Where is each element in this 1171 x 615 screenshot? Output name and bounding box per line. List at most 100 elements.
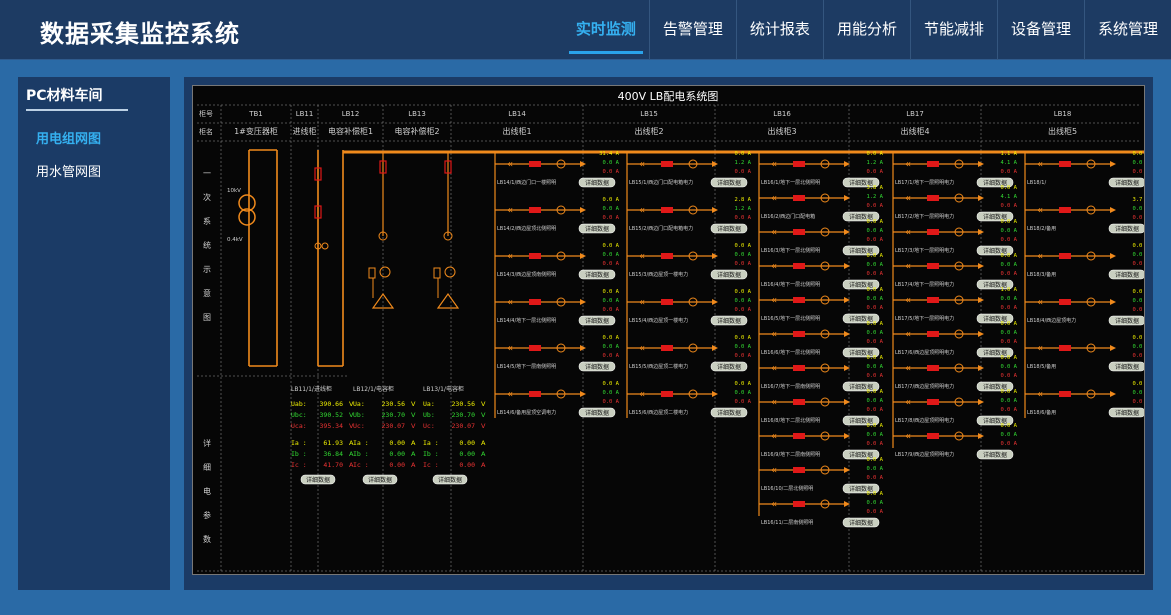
feeder-breaker-symbol: «	[771, 261, 777, 272]
tab-system-management[interactable]: 系统管理	[1083, 0, 1171, 60]
feeder-name: LB16/11/二层南侧照明	[761, 519, 813, 526]
feeder-current: 0.0 A	[1000, 423, 1017, 429]
feeder-breaker-symbol: «	[507, 297, 513, 308]
feeder-arrow	[580, 391, 586, 397]
feeder-breaker-symbol: «	[639, 297, 645, 308]
feeder-breaker-symbol: «	[1037, 343, 1043, 354]
detail-row-label: Ic :	[353, 461, 369, 469]
feeder-breaker-symbol: «	[771, 465, 777, 476]
feeder-current: 0.0 A	[1000, 355, 1017, 361]
detail-row-label: Ic :	[291, 461, 307, 469]
feeder-current: 0.0 A	[866, 509, 883, 515]
feeder-arrow	[712, 391, 718, 397]
feeder-current: 0.0 A	[1000, 339, 1017, 345]
tab-energy-analysis[interactable]: 用能分析	[822, 0, 910, 60]
detail-row-unit: V	[411, 422, 416, 430]
incoming-ct	[321, 242, 329, 250]
feeder-name: LB17/2/地下一层照明电力	[895, 213, 954, 220]
feeder-name: LB17/9/西边屋顶照明电力	[895, 451, 954, 458]
tab-energy-saving[interactable]: 节能减排	[909, 0, 997, 60]
feeder-breaker	[1059, 253, 1071, 259]
feeder-breaker-symbol: «	[771, 363, 777, 374]
feeder-current: 0.0 A	[1000, 185, 1017, 191]
capacitor-fuse	[368, 267, 376, 279]
feeder-current: 0.0 A	[734, 289, 751, 295]
detail-row-label: Uca:	[291, 422, 307, 430]
detail-row-label: Ia :	[291, 439, 307, 447]
feeder-current: 0.0 A	[1132, 335, 1144, 341]
feeder-detail-button-label: 详细数据	[717, 317, 741, 325]
detail-row-label: Uab:	[291, 400, 307, 408]
feeder-breaker	[793, 365, 805, 371]
feeder-name: LB15/6/西边屋顶二楼电力	[629, 409, 688, 416]
feeder-detail-button-label: 详细数据	[585, 363, 609, 371]
sidebar-title: PC材料车间	[26, 85, 128, 111]
detail-row-value: 41.70	[323, 461, 343, 469]
feeder-name: LB14/1/西边门口一楼照明	[497, 179, 556, 186]
tab-device-management[interactable]: 设备管理	[996, 0, 1084, 60]
detail-row-value: 0.00	[389, 450, 405, 458]
feeder-detail-button-label: 详细数据	[1115, 225, 1139, 233]
detail-row-unit: V	[411, 400, 416, 408]
feeder-name: LB16/8/地下二层北侧照明	[761, 417, 820, 424]
tab-realtime-monitor[interactable]: 实时监测	[563, 0, 649, 60]
feeder-detail-button-label: 详细数据	[585, 225, 609, 233]
feeder-current: 0.0 A	[866, 457, 883, 463]
capacitor-reactor	[444, 266, 456, 278]
feeder-current: 0.0 A	[866, 423, 883, 429]
feeder-current: 0.0 A	[1000, 203, 1017, 209]
feeder-name: LB17/3/地下一层照明电力	[895, 247, 954, 254]
capacitor-reactor	[379, 266, 391, 278]
detail-panel-title: LB11/1/进线柜	[291, 385, 332, 393]
detail-row-label: Ia :	[353, 439, 369, 447]
feeder-current: 0.0 A	[866, 339, 883, 345]
detail-row-label: Ub:	[353, 411, 365, 419]
feeder-breaker-symbol: «	[639, 205, 645, 216]
feeder-name: LB15/5/西边屋顶二楼电力	[629, 363, 688, 370]
feeder-current: 0.0 A	[1132, 399, 1144, 405]
feeder-arrow	[844, 263, 850, 269]
feeder-current: 0.0 A	[866, 398, 883, 404]
tab-alarm-management[interactable]: 告警管理	[648, 0, 736, 60]
feeder-detail-button-label: 详细数据	[717, 179, 741, 187]
feeder-current: 0.0 A	[1000, 432, 1017, 438]
feeder-current: 0.0 A	[734, 381, 751, 387]
feeder-breaker	[1059, 299, 1071, 305]
feeder-current: 0.0 A	[602, 381, 619, 387]
row-label-cabinet-name: 柜名	[199, 127, 213, 136]
cabinet-number: LB14	[508, 110, 526, 118]
feeder-current: 0.0 A	[602, 307, 619, 313]
feeder-current: 0.0 A	[866, 500, 883, 506]
feeder-breaker-symbol: «	[905, 363, 911, 374]
main-content: 400V LB配电系统图 柜号 柜名 TB1 1#变压器柜 LB11 进线柜 LB12 电容补偿…	[184, 77, 1153, 590]
detail-row-unit: A	[411, 439, 416, 447]
feeder-current: 0.0 A	[1132, 243, 1144, 249]
feeder-breaker-symbol: «	[771, 193, 777, 204]
feeder-current: 0.0 A	[734, 298, 751, 304]
detail-row-value: 36.84	[323, 450, 343, 458]
detail-row-unit: A	[481, 450, 486, 458]
tab-statistics-report[interactable]: 统计报表	[735, 0, 823, 60]
feeder-detail-button-label: 详细数据	[717, 225, 741, 233]
feeder-breaker-symbol: «	[771, 431, 777, 442]
sidebar-item-water-network[interactable]: 用水管网图	[36, 161, 101, 180]
feeder-current: 0.0 A	[866, 330, 883, 336]
app-title: 数据采集监控系统	[40, 20, 240, 48]
feeder-current: 0.0 A	[734, 261, 751, 267]
feeder-current: 0.0 A	[866, 237, 883, 243]
feeder-current: 0.0 A	[866, 169, 883, 175]
feeder-breaker	[793, 195, 805, 201]
feeder-arrow	[844, 195, 850, 201]
feeder-name: LB17/4/地下一层照明电力	[895, 281, 954, 288]
feeder-current: 0.0 A	[1000, 253, 1017, 259]
section-label-detail-char: 细	[203, 462, 211, 472]
feeder-breaker-symbol: «	[639, 251, 645, 262]
feeder-breaker-symbol: «	[507, 205, 513, 216]
feeder-current: 3.7 A	[1132, 197, 1144, 203]
feeder-current: 3.8 A	[866, 185, 883, 191]
detail-row-value: 230.70	[452, 411, 476, 419]
diagram-title: 400V LB配电系统图	[618, 90, 719, 103]
feeder-name: LB16/1/地下一层北侧照明	[761, 179, 820, 186]
feeder-current: 31.4 A	[599, 151, 620, 157]
sidebar-item-power-network[interactable]: 用电组网图	[36, 128, 101, 147]
